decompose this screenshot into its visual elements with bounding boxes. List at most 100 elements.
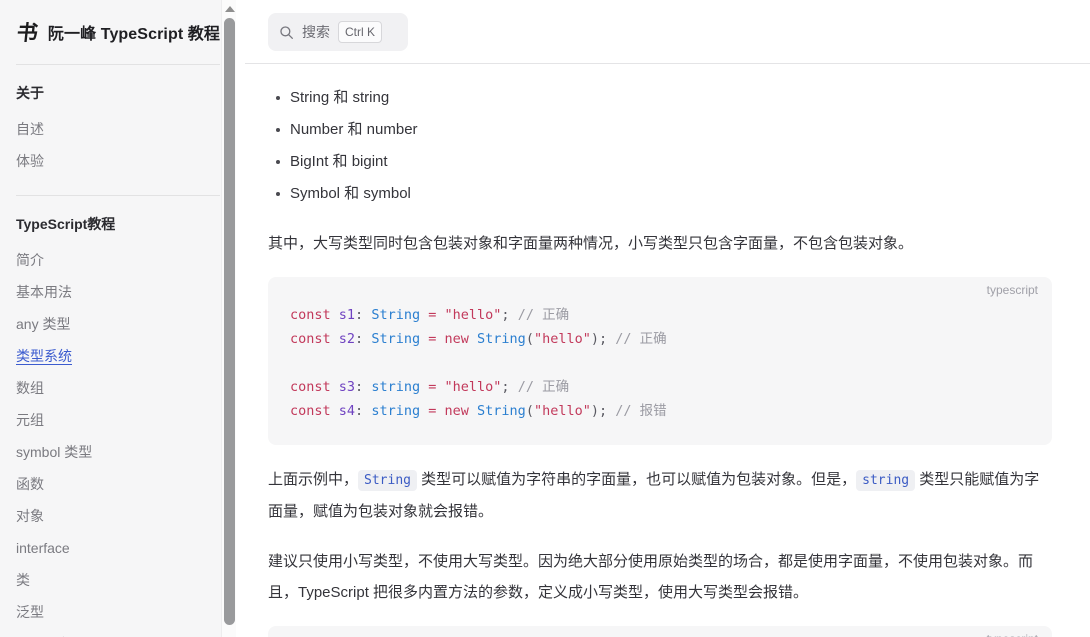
sidebar-item-类[interactable]: 类 <box>16 564 220 596</box>
code-token: ; <box>501 379 510 395</box>
search-button[interactable]: 搜索 Ctrl K <box>268 13 408 51</box>
sidebar-item-interface[interactable]: interface <box>16 532 220 564</box>
code-token: "hello" <box>444 379 502 395</box>
list-item: Symbol 和 symbol <box>276 178 1052 210</box>
type-pairs-list: String 和 string Number 和 number BigInt 和 b… <box>268 82 1052 210</box>
sidebar-item-体验[interactable]: 体验 <box>16 145 220 177</box>
list-item: String 和 string <box>276 82 1052 114</box>
sidebar-group: 关于 自述 体验 <box>16 65 220 177</box>
sidebar-item-泛型[interactable]: 泛型 <box>16 596 220 628</box>
code-token: s3 <box>338 379 356 395</box>
code-token: new <box>444 403 469 419</box>
code-token: s1 <box>338 307 356 323</box>
brand-title: 阮一峰 TypeScript 教程 <box>47 26 220 43</box>
sidebar-group-title: 关于 <box>16 85 44 101</box>
code-token: // 报错 <box>615 403 667 419</box>
list-item: BigInt 和 bigint <box>276 146 1052 178</box>
main-area: 搜索 Ctrl K String 和 string Number 和 number… <box>236 0 1090 637</box>
sidebar: 书 阮一峰 TypeScript 教程 关于自述 体验 TypeScript教程简介… <box>0 0 236 637</box>
code-block-1[interactable]: typescript const s1: String = "hello"; /… <box>268 277 1052 445</box>
paragraph-2: 上面示例中， String 类型可以赋值为字符串的字面量，也可以赋值为包装对象。但… <box>268 470 1040 520</box>
code-token: const <box>290 403 331 419</box>
code-token: "hello" <box>533 403 591 419</box>
book-seal-logo-icon: 书 <box>15 20 40 45</box>
code-token: s2 <box>338 331 356 347</box>
code-token: ); <box>590 331 608 347</box>
sidebar-item-类型系统[interactable]: 类型系统 <box>16 340 220 372</box>
code-token: new <box>444 331 469 347</box>
brand[interactable]: 书 阮一峰 TypeScript 教程 <box>16 0 220 64</box>
code-token: : <box>355 403 372 419</box>
code-token: String <box>371 307 421 323</box>
sidebar-item-自述[interactable]: 自述 <box>16 113 220 145</box>
code-token: ); <box>590 403 608 419</box>
code-content-1: const s1: String = "hello"; // 正确 const … <box>290 303 1032 423</box>
code-token: // 正确 <box>615 331 667 347</box>
inline-code: string <box>856 470 916 491</box>
topbar-divider <box>245 63 1090 64</box>
code-token: String <box>477 403 526 419</box>
sidebar-item-对象[interactable]: 对象 <box>16 500 220 532</box>
sidebar-group-title: TypeScript教程 <box>16 216 116 232</box>
sidebar-item-any-类型[interactable]: any 类型 <box>16 308 220 340</box>
code-token: String <box>477 331 526 347</box>
code-token: : <box>355 331 372 347</box>
code-token: "hello" <box>444 307 502 323</box>
code-token: string <box>371 403 421 419</box>
search-placeholder-label: 搜索 <box>302 24 330 40</box>
code-token: const <box>290 307 331 323</box>
scroll-up-arrow-icon[interactable] <box>222 2 236 15</box>
sidebar-nav: 关于自述 体验 TypeScript教程简介 基本用法 any 类型 类型系统 数组 元组 sy… <box>16 65 220 637</box>
code-token: string <box>371 379 421 395</box>
paragraph-1: 其中，大写类型同时包含包装对象和字面量两种情况，小写类型只包含字面量，不包含包装… <box>268 235 914 252</box>
sidebar-scrollbar[interactable] <box>221 0 236 637</box>
scrollbar-thumb[interactable] <box>224 18 235 625</box>
code-language-label-1: typescript <box>986 283 1038 297</box>
code-token: "hello" <box>533 331 591 347</box>
sidebar-group: TypeScript教程简介 基本用法 any 类型 类型系统 数组 元组 symbol 类… <box>16 196 220 637</box>
sidebar-item-函数[interactable]: 函数 <box>16 468 220 500</box>
code-token: : <box>355 379 372 395</box>
code-token: // 正确 <box>517 379 570 395</box>
code-token: ( <box>525 331 534 347</box>
code-token: ( <box>525 403 534 419</box>
inline-code: String <box>358 470 417 491</box>
paragraph-3: 建议只使用小写类型，不使用大写类型。因为绝大部分使用原始类型的场合，都是使用字面… <box>268 553 1034 601</box>
search-shortcut-badge: Ctrl K <box>338 21 382 43</box>
sidebar-inner: 书 阮一峰 TypeScript 教程 关于自述 体验 TypeScript教程简介… <box>0 0 236 637</box>
sidebar-item-元组[interactable]: 元组 <box>16 404 220 436</box>
code-token: ; <box>501 307 510 323</box>
code-token: String <box>371 331 421 347</box>
sidebar-item-简介[interactable]: 简介 <box>16 244 220 276</box>
sidebar-item-Enum-类型[interactable]: Enum 类型 <box>16 628 220 637</box>
topbar: 搜索 Ctrl K <box>236 0 1090 64</box>
sidebar-item-数组[interactable]: 数组 <box>16 372 220 404</box>
code-token: s4 <box>338 403 356 419</box>
code-block-2[interactable]: typescript const n1: number = 1; <box>268 626 1052 637</box>
search-icon <box>280 25 293 39</box>
sidebar-item-基本用法[interactable]: 基本用法 <box>16 276 220 308</box>
code-token: const <box>290 379 331 395</box>
code-token: : <box>355 307 372 323</box>
list-item: Number 和 number <box>276 114 1052 146</box>
code-token: // 正确 <box>517 307 570 323</box>
code-language-label-2: typescript <box>987 632 1038 637</box>
code-token: const <box>290 331 331 347</box>
app-root: 书 阮一峰 TypeScript 教程 关于自述 体验 TypeScript教程简介… <box>0 0 1090 637</box>
sidebar-item-symbol-类型[interactable]: symbol 类型 <box>16 436 220 468</box>
